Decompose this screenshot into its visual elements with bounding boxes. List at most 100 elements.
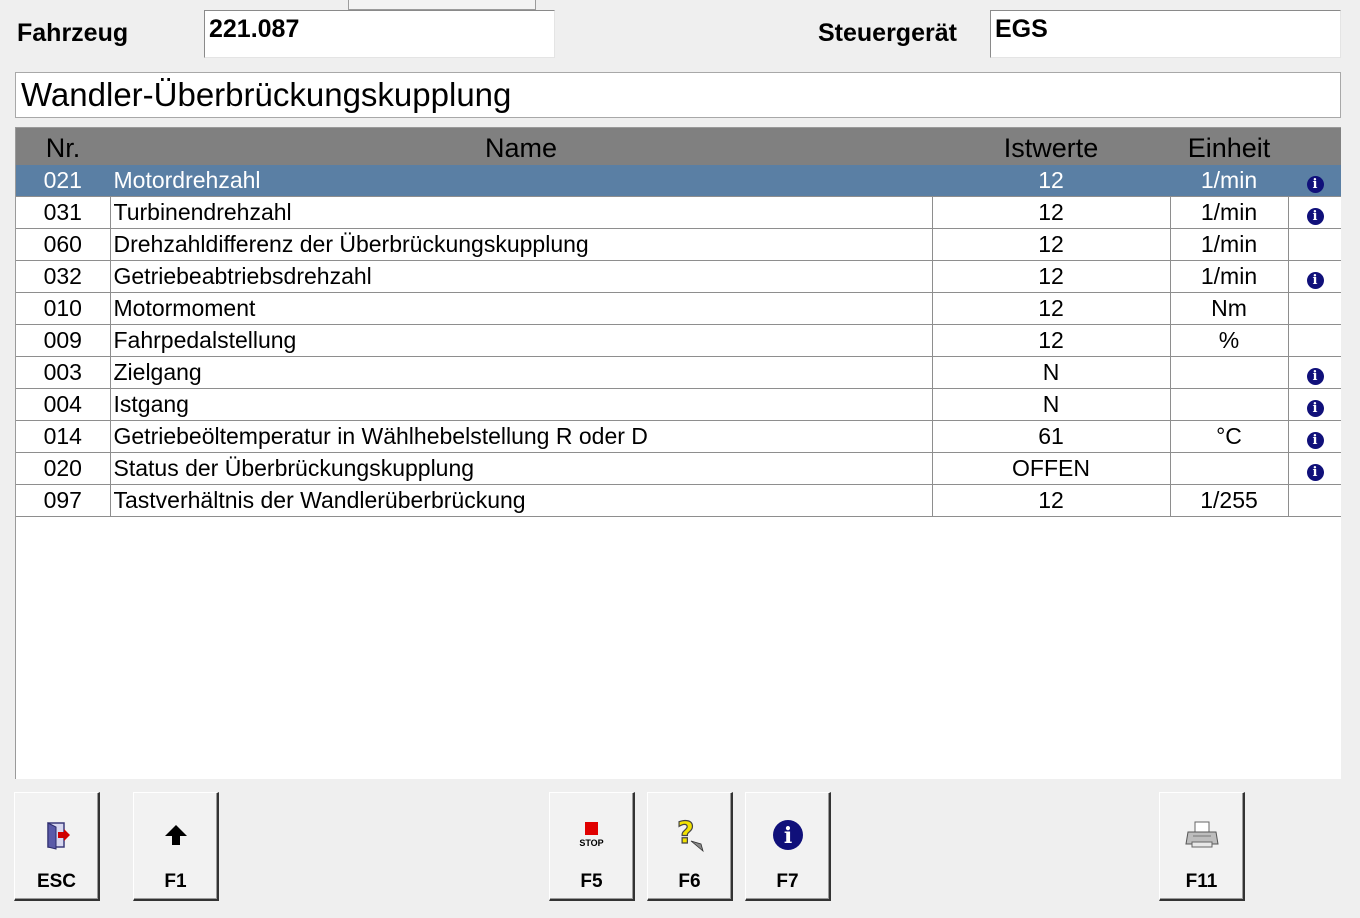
row-info-cell: i (1288, 260, 1341, 293)
stop-label: STOP (579, 838, 604, 848)
function-key-label: F6 (678, 871, 701, 892)
table-row[interactable]: 097 Tastverhältnis der Wandlerüberbrückun… (16, 484, 1341, 517)
info-icon[interactable]: i (1306, 272, 1324, 289)
f1-button[interactable]: F1 (133, 792, 219, 901)
page-title: Wandler-Überbrückungskupplung (15, 72, 1341, 118)
table-row[interactable]: 004 Istgang Ni (16, 388, 1341, 421)
esc-button[interactable]: ESC (14, 792, 100, 901)
row-name: Tastverhältnis der Wandlerüberbrückung (110, 484, 933, 517)
function-key-label: F7 (776, 871, 799, 892)
row-info-cell (1288, 292, 1341, 325)
row-name: Getriebeabtriebsdrehzahl (110, 260, 933, 293)
arrow-up-icon (134, 815, 217, 855)
info-icon[interactable]: i (1306, 400, 1324, 417)
row-name: Istgang (110, 388, 933, 421)
row-info-cell: i (1288, 165, 1341, 197)
row-value: N (932, 388, 1171, 421)
row-value: 12 (932, 484, 1171, 517)
row-unit (1170, 356, 1289, 389)
info-icon[interactable]: i (1306, 176, 1324, 193)
column-header-name[interactable]: Name (110, 128, 932, 165)
vehicle-field: 221.087 (204, 10, 555, 58)
row-unit: 1/min (1170, 165, 1289, 197)
row-unit: 1/min (1170, 196, 1289, 229)
row-unit (1170, 452, 1289, 485)
function-key-label: F1 (164, 871, 187, 892)
row-nr: 060 (16, 228, 111, 261)
f5-button[interactable]: STOP F5 (549, 792, 635, 901)
row-info-cell: i (1288, 388, 1341, 421)
row-unit: Nm (1170, 292, 1289, 325)
row-unit: % (1170, 324, 1289, 357)
row-info-cell: i (1288, 196, 1341, 229)
table-row[interactable]: 009 Fahrpedalstellung 12% (16, 324, 1341, 357)
row-info-cell (1288, 228, 1341, 261)
row-unit: 1/min (1170, 228, 1289, 261)
row-value: 12 (932, 292, 1171, 325)
row-info-cell (1288, 484, 1341, 517)
table-row[interactable]: 020 Status der Überbrückungskupplung OFFEN… (16, 452, 1341, 485)
row-nr: 009 (16, 324, 111, 357)
function-key-label: F5 (580, 871, 603, 892)
values-table: Nr. Name Istwerte Einheit 021 Motordrehza… (16, 128, 1341, 517)
row-info-cell: i (1288, 356, 1341, 389)
row-nr: 010 (16, 292, 111, 325)
table-row[interactable]: 032 Getriebeabtriebsdrehzahl 12 1/min i (16, 260, 1341, 293)
row-unit: 1/min (1170, 260, 1289, 293)
f6-button[interactable]: ? F6 (647, 792, 733, 901)
f11-button[interactable]: F11 (1159, 792, 1245, 901)
row-info-cell (1288, 324, 1341, 357)
table-row[interactable]: 014 Getriebeöltemperatur in Wählhebelstel… (16, 420, 1341, 453)
row-name: Status der Überbrückungskupplung (110, 452, 933, 485)
row-value: 12 (932, 324, 1171, 357)
row-nr: 003 (16, 356, 111, 389)
row-name: Turbinendrehzahl (110, 196, 933, 229)
table-row[interactable]: 060 Drehzahldifferenz der Überbrückungsku… (16, 228, 1341, 261)
row-name: Motormoment (110, 292, 933, 325)
row-unit: °C (1170, 420, 1289, 453)
row-value: 12 (932, 228, 1171, 261)
column-header-nr[interactable]: Nr. (16, 128, 110, 165)
row-value: 12 (932, 196, 1171, 229)
stop-icon: STOP (550, 815, 633, 855)
row-unit (1170, 388, 1289, 421)
row-unit: 1/255 (1170, 484, 1289, 517)
row-nr: 014 (16, 420, 111, 453)
row-name: Motordrehzahl (110, 165, 933, 197)
info-icon[interactable]: i (1306, 464, 1324, 481)
svg-text:?: ? (677, 817, 694, 851)
row-nr: 004 (16, 388, 111, 421)
f7-button[interactable]: i F7 (745, 792, 831, 901)
row-value: 61 (932, 420, 1171, 453)
row-value: 12 (932, 165, 1171, 197)
values-table-panel[interactable]: Nr. Name Istwerte Einheit 021 Motordrehza… (15, 127, 1341, 779)
table-row[interactable]: 031 Turbinendrehzahl 12 1/min i (16, 196, 1341, 229)
row-nr: 031 (16, 196, 111, 229)
info-icon[interactable]: i (1306, 368, 1324, 385)
row-nr: 032 (16, 260, 111, 293)
vehicle-label: Fahrzeug (17, 19, 129, 47)
row-name: Zielgang (110, 356, 933, 389)
table-header-row: Nr. Name Istwerte Einheit (16, 128, 1341, 165)
row-nr: 020 (16, 452, 111, 485)
svg-text:i: i (783, 823, 791, 849)
row-nr: 097 (16, 484, 111, 517)
column-header-value[interactable]: Istwerte (932, 128, 1170, 165)
row-value: OFFEN (932, 452, 1171, 485)
row-name: Fahrpedalstellung (110, 324, 933, 357)
column-header-info (1288, 128, 1341, 165)
table-row[interactable]: 003 Zielgang Ni (16, 356, 1341, 389)
row-name: Drehzahldifferenz der Überbrückungskuppl… (110, 228, 933, 261)
row-info-cell: i (1288, 452, 1341, 485)
help-question-icon: ? (648, 815, 731, 855)
column-header-unit[interactable]: Einheit (1170, 128, 1288, 165)
info-icon[interactable]: i (1306, 208, 1324, 225)
info-icon[interactable]: i (1306, 432, 1324, 449)
table-row[interactable]: 021 Motordrehzahl 12 1/min i (16, 165, 1341, 197)
row-value: 12 (932, 260, 1171, 293)
table-row[interactable]: 010 Motormoment 12 Nm (16, 292, 1341, 325)
row-name: Getriebeöltemperatur in Wählhebelstellun… (110, 420, 933, 453)
top-tab[interactable] (348, 0, 536, 10)
row-nr: 021 (16, 165, 111, 197)
info-icon: i (746, 815, 829, 855)
